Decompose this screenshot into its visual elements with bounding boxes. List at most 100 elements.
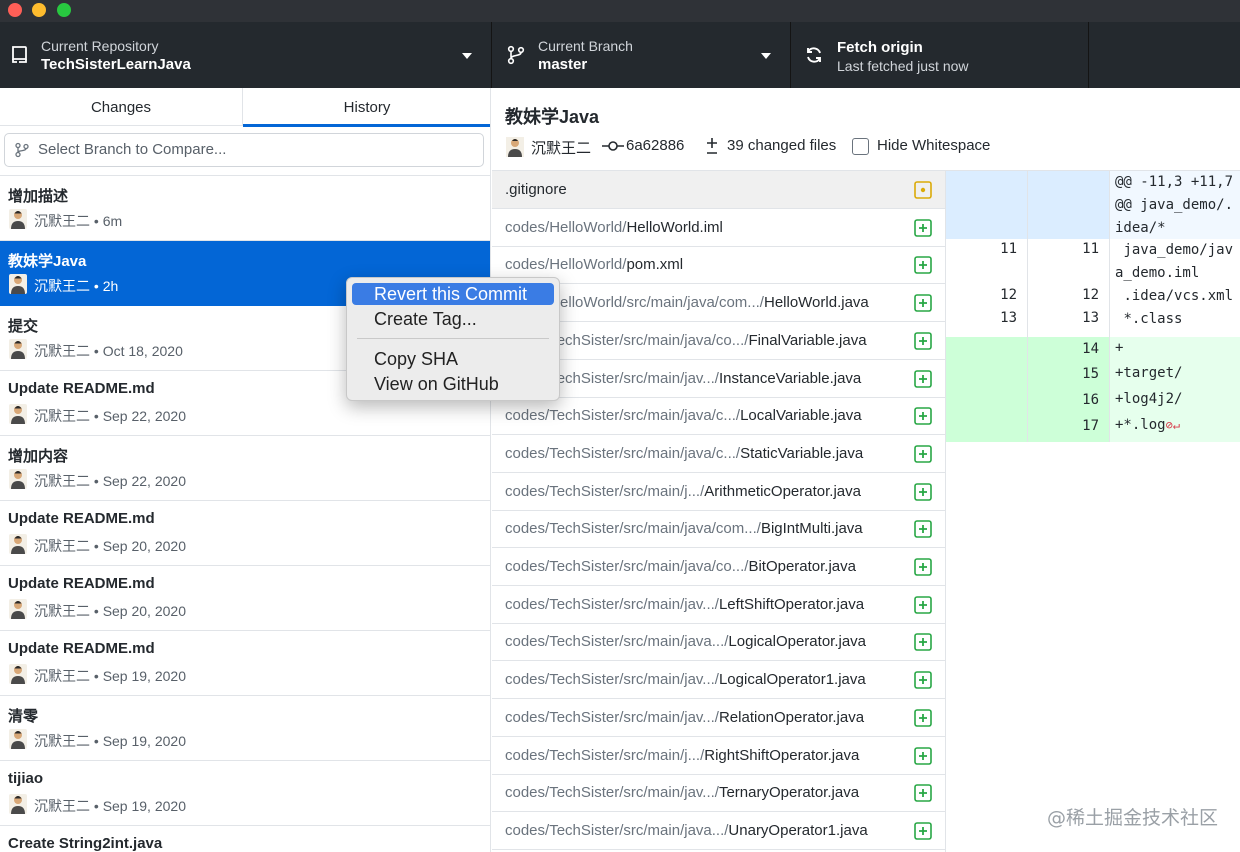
file-added-icon — [914, 294, 932, 312]
changed-file-item[interactable]: codes/HelloWorld/HelloWorld.iml — [492, 209, 945, 247]
commit-time: Sep 20, 2020 — [102, 538, 186, 554]
meta-separator: • — [90, 798, 103, 814]
hide-whitespace-checkbox[interactable] — [852, 138, 869, 155]
new-line-number: 17 — [1028, 414, 1110, 442]
changed-file-item[interactable]: codes/TechSister/src/main/j.../Arithmeti… — [492, 473, 945, 511]
file-directory: codes/HelloWorld/ — [505, 218, 627, 236]
commit-list-item[interactable]: Update README.md 沉默王二 • Sep 20, 2020 — [0, 501, 490, 566]
current-branch-button[interactable]: Current Branch master — [492, 22, 791, 88]
minimize-window-button[interactable] — [32, 3, 46, 17]
file-added-icon — [914, 520, 932, 539]
changed-file-item[interactable]: codes/TechSister/src/main/java/c.../Stat… — [492, 435, 945, 473]
file-name: BigIntMulti.java — [760, 520, 863, 538]
commit-list-item[interactable]: 增加内容 沉默王二 • Sep 22, 2020 — [0, 436, 490, 501]
menu-item-revert-commit[interactable]: Revert this Commit — [352, 283, 554, 305]
commit-list-item[interactable]: 增加描述 沉默王二 • 6m — [0, 176, 490, 241]
repo-icon — [12, 46, 27, 63]
commit-title: Create String2int.java — [8, 835, 163, 852]
repository-label: Current Repository — [41, 38, 159, 54]
file-added-icon — [914, 784, 932, 802]
commit-title: 增加内容 — [8, 448, 69, 465]
commit-list-item[interactable]: Create String2int.java — [0, 826, 490, 852]
changed-file-item[interactable]: codes/TechSister/src/main/java.../Logica… — [492, 623, 945, 662]
changed-file-item[interactable]: codes/TechSister/src/main/jav.../Relatio… — [492, 699, 945, 737]
changed-file-item[interactable]: codes/TechSister/src/main/java/co.../Fin… — [492, 322, 945, 360]
file-added-icon — [914, 822, 932, 840]
commit-meta: 沉默王二 • 2h — [34, 276, 118, 296]
author-avatar — [9, 274, 27, 294]
chevron-down-icon — [761, 53, 771, 59]
file-added-icon — [914, 369, 932, 388]
diff-line: 16 +log4j2/ — [946, 388, 1240, 414]
changed-file-item[interactable]: codes/TechSister/src/main/j.../RightShif… — [492, 737, 945, 775]
old-line-number — [946, 337, 1028, 362]
commit-time: Sep 22, 2020 — [102, 408, 186, 424]
commit-author: 沉默王二 — [34, 473, 90, 489]
changed-file-item[interactable]: codes/HelloWorld/src/main/java/com.../He… — [492, 284, 945, 323]
tab-changes[interactable]: Changes — [0, 88, 243, 126]
menu-item-create-tag[interactable]: Create Tag... — [352, 308, 554, 330]
meta-separator: • — [90, 603, 103, 619]
changed-file-item[interactable]: codes/TechSister/src/main/jav.../Ternary… — [492, 774, 945, 813]
file-name: StaticVariable.java — [740, 444, 864, 462]
commit-title: 提交 — [8, 318, 39, 335]
commit-context-menu: Revert this Commit Create Tag... Copy SH… — [346, 277, 560, 401]
meta-separator: • — [90, 213, 103, 229]
file-directory: codes/TechSister/src/main/j.../ — [505, 746, 705, 764]
old-line-number: 11 — [946, 239, 1028, 285]
commit-list-item[interactable]: 清零 沉默王二 • Sep 19, 2020 — [0, 696, 490, 761]
commit-list-item[interactable]: Update README.md 沉默王二 • Sep 19, 2020 — [0, 631, 490, 696]
commit-author: 沉默王二 — [34, 603, 90, 619]
diff-code: +*.log⊘↵ — [1110, 414, 1240, 442]
old-line-number — [946, 414, 1028, 442]
commit-meta: 沉默王二 • Sep 19, 2020 — [34, 666, 186, 686]
commit-meta: 沉默王二 • Sep 19, 2020 — [34, 731, 186, 751]
changed-file-item[interactable]: codes/TechSister/src/main/java/c.../Loca… — [492, 397, 945, 436]
close-window-button[interactable] — [8, 3, 22, 17]
commit-title: Update README.md — [8, 380, 155, 397]
diff-line-text: +target/ — [1115, 365, 1183, 381]
menu-item-view-on-github[interactable]: View on GitHub — [352, 373, 554, 395]
commit-author: 沉默王二 — [34, 668, 90, 684]
commit-list-item[interactable]: Update README.md 沉默王二 • Sep 20, 2020 — [0, 566, 490, 631]
meta-separator: • — [90, 733, 103, 749]
branch-compare-input[interactable]: Select Branch to Compare... — [4, 133, 484, 167]
current-repository-button[interactable]: Current Repository TechSisterLearnJava — [0, 22, 492, 88]
new-line-number: 11 — [1028, 239, 1110, 285]
tab-history[interactable]: History — [243, 88, 490, 127]
changed-file-item[interactable]: codes/TechSister/src/main/jav.../Instanc… — [492, 360, 945, 398]
changed-file-item[interactable]: codes/TechSister/src/main/java/co.../Bit… — [492, 548, 945, 586]
commit-time: 6m — [102, 213, 123, 229]
commit-author: 沉默王二 — [34, 798, 90, 814]
commit-list-item[interactable]: tijiao 沉默王二 • Sep 19, 2020 — [0, 761, 490, 826]
commit-sha[interactable]: 6a62886 — [626, 137, 684, 154]
author-avatar — [9, 534, 27, 554]
changed-file-item[interactable]: codes/TechSister/src/main/java/com.../Bi… — [492, 510, 945, 549]
file-directory: codes/TechSister/src/main/jav.../ — [505, 784, 719, 802]
changed-file-item[interactable]: codes/TechSister/src/main/jav.../LeftShi… — [492, 586, 945, 624]
hide-whitespace-label[interactable]: Hide Whitespace — [877, 137, 990, 154]
changed-file-item[interactable]: codes/TechSister/src/main/jav.../Logical… — [492, 661, 945, 700]
commit-time: 2h — [102, 278, 119, 294]
changed-file-item[interactable]: codes/TechSister/src/main/java.../UnaryO… — [492, 812, 945, 850]
author-avatar — [506, 137, 524, 157]
new-line-number: 12 — [1028, 285, 1110, 308]
file-name: pom.xml — [626, 256, 684, 274]
chevron-down-icon — [462, 53, 472, 59]
diff-line-text: .idea/vcs.xml — [1115, 288, 1234, 304]
changed-file-item[interactable]: codes/HelloWorld/pom.xml — [492, 246, 945, 285]
history-sidebar: Changes History Select Branch to Compare… — [0, 88, 491, 852]
diff-code: *.class — [1110, 308, 1240, 337]
file-added-icon — [914, 671, 932, 689]
file-directory: codes/TechSister/src/main/jav.../ — [505, 671, 719, 689]
menu-item-copy-sha[interactable]: Copy SHA — [352, 348, 554, 370]
zoom-window-button[interactable] — [57, 3, 71, 17]
file-directory: codes/TechSister/src/main/java.../ — [505, 633, 729, 651]
author-avatar — [9, 404, 27, 424]
changed-file-item[interactable]: .gitignore — [492, 171, 945, 209]
file-name: LogicalOperator1.java — [718, 671, 866, 689]
git-branch-icon — [507, 45, 525, 65]
fetch-origin-button[interactable]: Fetch origin Last fetched just now — [791, 22, 1089, 88]
meta-separator: • — [90, 668, 103, 684]
commit-detail-title: 教妹学Java — [505, 107, 600, 127]
